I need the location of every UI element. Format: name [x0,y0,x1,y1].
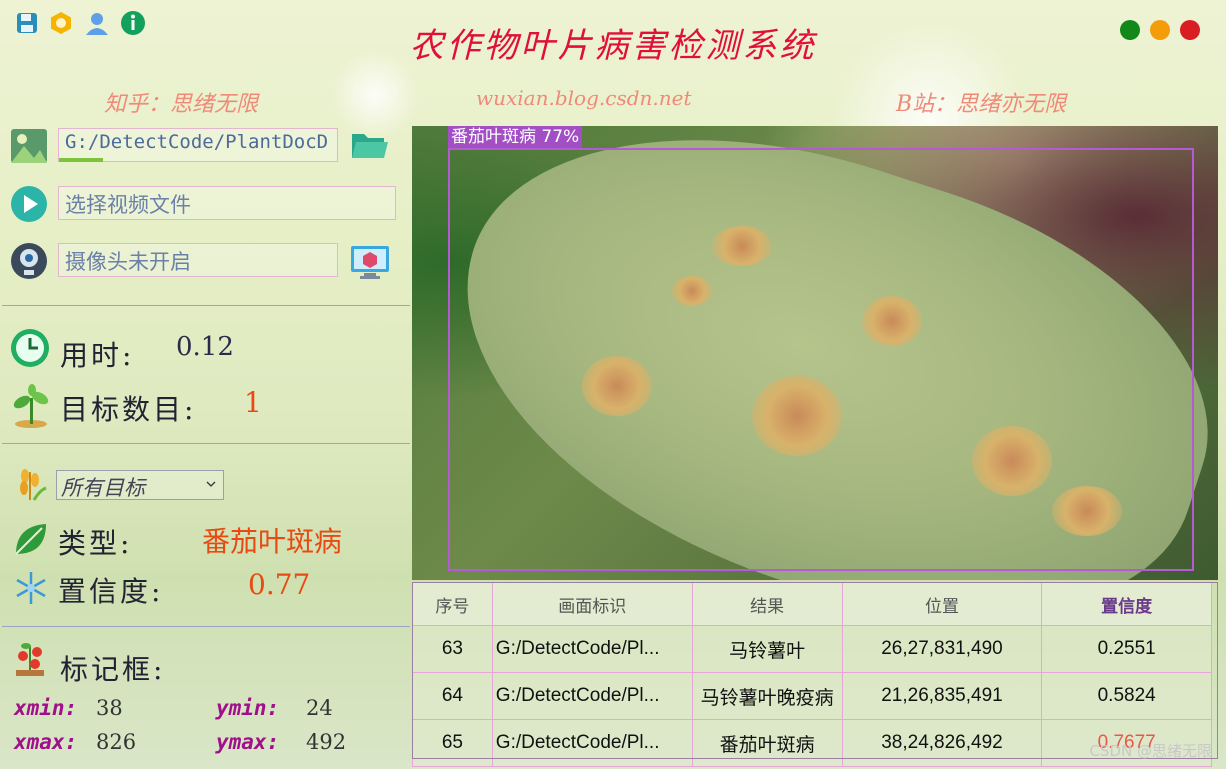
cell-result: 番茄叶斑病 [691,719,843,767]
cell-source: G:/DetectCode/Pl... [491,625,693,673]
image-path-field[interactable]: G:/DetectCode/PlantDocD [58,128,338,162]
type-label: 类型: [58,527,133,560]
chevron-down-icon [205,475,217,494]
ymax-label: ymax: [216,730,280,754]
time-label: 用时: [60,339,135,372]
video-file-field[interactable]: 选择视频文件 [58,186,396,220]
table-header-row: 序号 画面标识 结果 位置 置信度 [412,582,1212,626]
xmax-label: xmax: [14,730,78,754]
minimize-button[interactable] [1120,20,1140,40]
ymin-label: ymin: [216,696,280,720]
play-video-icon[interactable] [10,185,48,227]
zhihu-credit: 知乎：思绪无限 [104,92,259,117]
maximize-button[interactable] [1150,20,1170,40]
cell-result: 马铃薯叶晚疫病 [691,672,843,720]
folder-open-icon[interactable] [350,128,390,166]
cell-source: G:/DetectCode/Pl... [491,719,693,767]
cell-position: 21,26,835,491 [841,672,1043,720]
detection-label: 番茄叶斑病 77% [448,126,583,148]
leaf-icon [12,520,50,562]
image-icon[interactable] [10,128,48,168]
cell-source: G:/DetectCode/Pl... [491,672,693,720]
count-value: 1 [244,386,262,419]
section-divider [2,626,410,627]
cell-result: 马铃薯叶 [691,625,843,673]
cell-confidence: 0.5824 [1041,672,1212,720]
section-divider [2,305,410,306]
section-divider [2,443,410,444]
image-path-progress [59,158,103,162]
monitor-icon[interactable] [350,244,390,284]
bbox-label: 标记框: [60,653,166,686]
table-row[interactable]: 63 G:/DetectCode/Pl... 马铃薯叶 26,27,831,49… [412,625,1212,673]
cell-position: 38,24,826,492 [841,719,1043,767]
close-button[interactable] [1180,20,1200,40]
clock-icon [10,328,50,372]
app-title: 农作物叶片病害检测系统 [409,26,817,66]
detection-bbox [448,148,1194,571]
ymin-value: 24 [306,696,333,720]
webcam-icon[interactable] [10,242,48,284]
confidence-label: 置信度: [58,575,164,608]
blog-credit: wuxian.blog.csdn.net [476,86,692,110]
target-filter-value: 所有目标 [61,476,145,500]
column-header[interactable]: 序号 [412,582,493,626]
column-header[interactable]: 画面标识 [491,582,693,626]
xmin-value: 38 [96,696,123,720]
snowflake-icon [14,570,48,610]
cell-confidence: 0.2551 [1041,625,1212,673]
ymax-value: 492 [306,730,347,754]
sprout-icon [12,384,50,432]
time-value: 0.12 [176,332,234,362]
cell-position: 26,27,831,490 [841,625,1043,673]
cell-id: 64 [412,672,493,720]
table-row[interactable]: 64 G:/DetectCode/Pl... 马铃薯叶晚疫病 21,26,835… [412,672,1212,720]
column-header[interactable]: 置信度 [1041,582,1212,626]
xmin-label: xmin: [14,696,78,720]
cell-id: 63 [412,625,493,673]
cell-id: 65 [412,719,493,767]
column-header[interactable]: 结果 [691,582,843,626]
wheat-icon [12,466,48,506]
column-header[interactable]: 位置 [841,582,1043,626]
type-value: 番茄叶斑病 [202,525,343,558]
csdn-watermark: CSDN @思绪无限 [1089,742,1212,760]
count-label: 目标数目: [60,393,197,426]
xmax-value: 826 [96,730,137,754]
tomato-plant-icon [12,640,48,682]
target-filter-select[interactable]: 所有目标 [56,470,224,500]
camera-status-field[interactable]: 摄像头未开启 [58,243,338,277]
bilibili-credit: B站：思绪亦无限 [896,92,1067,117]
confidence-value: 0.77 [248,568,311,601]
